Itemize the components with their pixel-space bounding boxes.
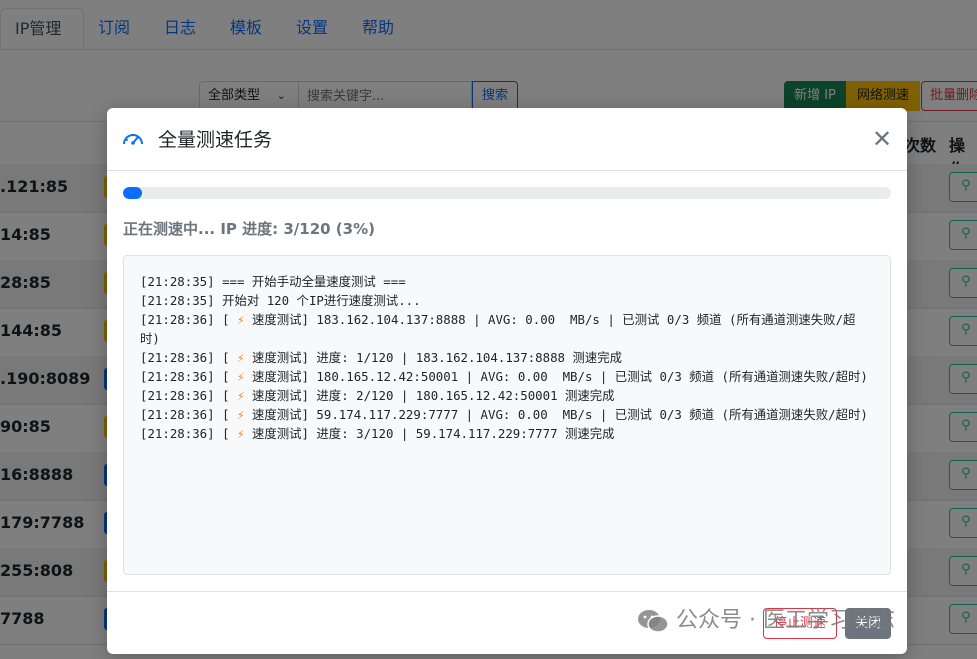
log-line: [21:28:36] [ ⚡ 速度测试] 进度: 2/120 | 180.165… — [140, 388, 615, 403]
log-message: 速度测试] 进度: 3/120 | 59.174.117.229:7777 测速… — [251, 426, 615, 441]
watermark-text: 公众号 · 医工学习日志 — [676, 608, 895, 633]
log-timestamp: [21:28:36] — [140, 312, 215, 327]
log-timestamp: [21:28:36] — [140, 369, 215, 384]
log-message: 速度测试] 进度: 1/120 | 183.162.104.137:8888 测… — [251, 350, 623, 365]
progress-status: 正在测速中... IP 进度: 3/120 (3%) — [123, 220, 375, 238]
modal-header: 全量测速任务 ✕ — [107, 108, 907, 171]
speed-test-modal: 全量测速任务 ✕ 正在测速中... IP 进度: 3/120 (3%) [21:… — [107, 108, 907, 654]
lightning-icon: ⚡ — [237, 369, 245, 384]
log-message: 速度测试] 180.165.12.42:50001 | AVG: 0.00 MB… — [251, 369, 868, 384]
modal-title: 全量测速任务 — [158, 129, 273, 151]
lightning-icon: ⚡ — [237, 388, 245, 403]
log-line: [21:28:36] [ ⚡ 速度测试] 59.174.117.229:7777… — [140, 407, 868, 422]
log-message: 开始对 120 个IP进行速度测试... — [222, 293, 421, 308]
log-line: [21:28:35] === 开始手动全量速度测试 === — [140, 272, 874, 291]
speedometer-icon — [123, 134, 143, 145]
lightning-icon: ⚡ — [237, 350, 245, 365]
log-message: 速度测试] 进度: 2/120 | 180.165.12.42:50001 测速… — [251, 388, 615, 403]
log-timestamp: [21:28:36] — [140, 426, 215, 441]
log-timestamp: [21:28:36] — [140, 388, 215, 403]
log-timestamp: [21:28:35] — [140, 293, 215, 308]
log-timestamp: [21:28:35] — [140, 274, 215, 289]
close-icon[interactable]: ✕ — [869, 126, 895, 152]
log-line: [21:28:36] [ ⚡ 速度测试] 进度: 1/120 | 183.162… — [140, 350, 623, 365]
lightning-icon: ⚡ — [237, 407, 245, 422]
progress-bar-fill — [123, 187, 143, 199]
watermark: 公众号 · 医工学习日志 — [636, 604, 895, 638]
log-line: [21:28:36] [ ⚡ 速度测试] 进度: 3/120 | 59.174.… — [140, 426, 615, 441]
wechat-icon — [638, 610, 669, 633]
log-message: === 开始手动全量速度测试 === — [222, 274, 406, 289]
log-output[interactable]: [21:28:35] === 开始手动全量速度测试 === [21:28:35] … — [123, 255, 891, 575]
log-line: [21:28:35] 开始对 120 个IP进行速度测试... — [140, 291, 874, 310]
log-line: [21:28:36] [ ⚡ 速度测试] 183.162.104.137:888… — [140, 312, 856, 346]
log-message: 速度测试] 183.162.104.137:8888 | AVG: 0.00 M… — [140, 312, 856, 346]
log-message: 速度测试] 59.174.117.229:7777 | AVG: 0.00 MB… — [251, 407, 868, 422]
log-timestamp: [21:28:36] — [140, 350, 215, 365]
progress-bar — [123, 187, 891, 199]
log-line: [21:28:36] [ ⚡ 速度测试] 180.165.12.42:50001… — [140, 369, 868, 384]
lightning-icon: ⚡ — [237, 426, 245, 441]
log-timestamp: [21:28:36] — [140, 407, 215, 422]
lightning-icon: ⚡ — [237, 312, 245, 327]
